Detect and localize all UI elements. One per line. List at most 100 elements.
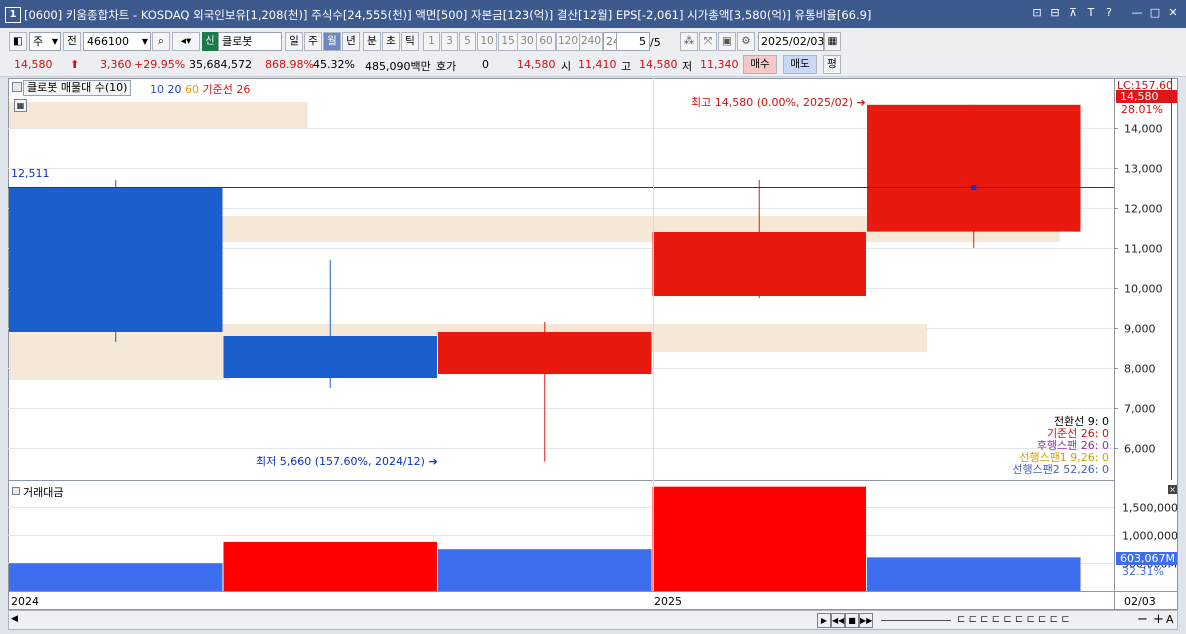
font-size-icon[interactable]: T [1084, 6, 1098, 20]
stock-name-field[interactable]: 클로봇 [218, 32, 282, 51]
volume-last-badge: 603,067M [1116, 552, 1177, 565]
fast-forward-icon[interactable]: ▶▶ [859, 613, 873, 628]
date-input[interactable]: 2025/02/03 [758, 32, 824, 51]
zoom-preset-icon[interactable]: ⊏ [957, 614, 965, 625]
last-price-badge: 14,580 [1116, 90, 1177, 103]
sell-button[interactable]: 매도 [783, 55, 817, 74]
zoom-preset-icon[interactable]: ⊏ [1003, 614, 1011, 625]
x-axis-label-2024: 2024 [11, 595, 39, 608]
zoom-preset-icon[interactable]: ⊏ [992, 614, 1000, 625]
count-input[interactable]: 5 [616, 32, 650, 51]
close-button[interactable]: ✕ [1166, 6, 1180, 20]
period-month-button[interactable]: 월 [323, 32, 341, 51]
legend-toggle-icon[interactable] [12, 82, 22, 92]
volume-bar [652, 486, 866, 591]
interval-3-button[interactable]: 3 [441, 32, 458, 51]
zoom-slider[interactable] [881, 620, 951, 621]
chevron-down-icon: ▼ [141, 37, 148, 46]
volume-bar [9, 563, 223, 591]
zoom-preset-icon[interactable]: ⊏ [1061, 614, 1069, 625]
arrow-right-icon: ➔ [428, 455, 438, 468]
crosshair-icon[interactable]: ⤧ [699, 32, 717, 51]
period-week-button[interactable]: 주 [304, 32, 322, 51]
chart-canvas: 6,000 7,000 8,000 9,000 10,000 11,000 12,000 13… [8, 78, 1178, 610]
rewind-icon[interactable]: ◀◀ [831, 613, 845, 628]
zoom-in-icon[interactable]: + [1153, 612, 1164, 627]
zoom-preset-icon[interactable]: ⊏ [980, 614, 988, 625]
zoom-preset-icon[interactable]: ⊏ [1038, 614, 1046, 625]
sync-icon[interactable]: ⁂ [680, 32, 698, 51]
last-price: 14,580 [517, 58, 556, 71]
panel-close-icon[interactable]: × [1168, 485, 1177, 494]
stop-icon[interactable]: ■ [845, 613, 859, 628]
maximize-button[interactable]: □ [1148, 6, 1162, 20]
volume-bar [438, 549, 652, 591]
candle-body [223, 336, 437, 378]
quote-bar: 14,580 ⬆ 3,360 +29.95% 35,684,572 868.98… [0, 54, 1186, 77]
price-tick-label: 14,000 [1124, 123, 1163, 136]
interval-30-button[interactable]: 30 [517, 32, 537, 51]
interval-240-button[interactable]: 240 [579, 32, 603, 51]
scroll-right-icon[interactable]: ▶ [817, 613, 831, 628]
last-price-pct: 28.01% [1121, 103, 1163, 116]
chart-scrollbar[interactable]: ◀ ▶ ◀◀ ■ ▶▶ ⊏ ⊏ ⊏ ⊏ ⊏ ⊏ ⊏ ⊏ ⊏ ⊏ − + A [8, 610, 1178, 630]
split-window-icon[interactable]: ⊟ [1048, 6, 1062, 20]
font-a-icon[interactable]: A [1166, 613, 1174, 626]
min-price-label: 최저 5,660 (157.60%, 2024/12) ➔ [256, 453, 438, 469]
window-title: [0600] 키움종합차트 - KOSDAQ 외국인보유[1,208(천)] 주… [24, 8, 872, 22]
link-window-icon[interactable]: ⊡ [1030, 6, 1044, 20]
volume-panel-title: 거래대금 [23, 486, 64, 499]
layout-icon[interactable]: ◧ [9, 32, 27, 51]
period-minute-button[interactable]: 분 [363, 32, 381, 51]
interval-60-button[interactable]: 60 [536, 32, 556, 51]
zoom-preset-icon[interactable]: ⊏ [1026, 614, 1034, 625]
zoom-controls[interactable]: ⊏ ⊏ ⊏ ⊏ ⊏ ⊏ ⊏ ⊏ ⊏ ⊏ [957, 614, 1070, 625]
volume-tick-label: 1,500,000M [1122, 502, 1178, 515]
candle-body [438, 332, 652, 374]
window-number-badge: 1 [5, 7, 21, 23]
interval-10-button[interactable]: 10 [477, 32, 497, 51]
up-arrow-icon: ⬆ [70, 58, 80, 71]
evaluate-button[interactable]: 평 [823, 55, 841, 74]
ichimoku-leading2: 선행스팬2 52,26: 0 [1012, 463, 1109, 476]
pin-icon[interactable]: ⊼ [1066, 6, 1080, 20]
x-axis-current-date: 02/03 [1124, 595, 1156, 608]
count-total: /5 [650, 36, 661, 49]
scope-button[interactable]: 전 [63, 32, 81, 51]
period-year-button[interactable]: 년 [342, 32, 360, 51]
interval-1-button[interactable]: 1 [423, 32, 440, 51]
buy-button[interactable]: 매수 [743, 55, 777, 74]
search-icon[interactable]: ⌕ [152, 32, 170, 51]
period-second-button[interactable]: 초 [382, 32, 400, 51]
zoom-preset-icon[interactable]: ⊏ [1050, 614, 1058, 625]
scroll-left-icon[interactable]: ◀ [11, 614, 18, 624]
chart-area[interactable]: 6,000 7,000 8,000 9,000 10,000 11,000 12,000 13… [8, 78, 1178, 610]
gear-icon[interactable]: ⚙ [737, 32, 755, 51]
legend-ma-20: 20 [167, 83, 182, 96]
price-tick-label: 11,000 [1124, 243, 1163, 256]
help-icon[interactable]: ? [1102, 6, 1116, 20]
candle-body [9, 188, 223, 332]
zoom-out-icon[interactable]: − [1137, 612, 1148, 627]
period-tick-button[interactable]: 틱 [401, 32, 419, 51]
interval-5-button[interactable]: 5 [459, 32, 476, 51]
volume-profile-bar [9, 352, 231, 380]
speaker-icon[interactable]: ◂▾ [172, 32, 200, 51]
zoom-preset-icon[interactable]: ⊏ [1015, 614, 1023, 625]
legend-ma-10: 10 [150, 83, 164, 96]
period-day-button[interactable]: 일 [285, 32, 303, 51]
legend-stock-name[interactable]: 클로봇 매물대 수(10) [23, 80, 132, 96]
zoom-preset-icon[interactable]: ⊏ [969, 614, 977, 625]
market-select[interactable]: 주 ▼ [29, 32, 61, 51]
interval-15-button[interactable]: 15 [498, 32, 518, 51]
save-icon[interactable]: ▣ [718, 32, 736, 51]
stock-code-input[interactable]: 466100 ▼ [83, 32, 151, 51]
minimize-button[interactable]: — [1130, 6, 1144, 20]
interval-120-button[interactable]: 120 [556, 32, 580, 51]
trade-amount: 485,090백만 [365, 60, 431, 73]
candle-body [867, 104, 1081, 232]
table-icon[interactable]: ▦ [14, 99, 27, 112]
volume-legend-toggle-icon[interactable] [12, 487, 20, 495]
candle-body [652, 232, 866, 296]
calendar-icon[interactable]: ▦ [824, 32, 841, 51]
